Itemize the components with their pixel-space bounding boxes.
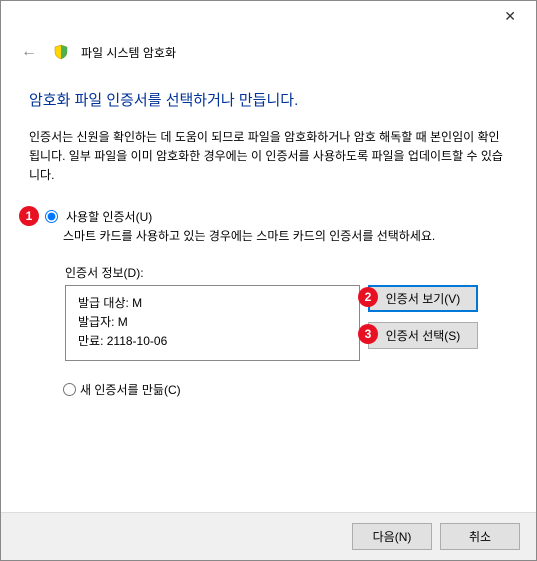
- cert-info-label: 인증서 정보(D):: [65, 264, 508, 281]
- view-cert-button[interactable]: 인증서 보기(V): [368, 285, 478, 312]
- cert-info-box: 발급 대상: M 발급자: M 만료: 2118-10-06: [65, 285, 360, 361]
- use-cert-hint: 스마트 카드를 사용하고 있는 경우에는 스마트 카드의 인증서를 선택하세요.: [63, 227, 508, 244]
- next-button[interactable]: 다음(N): [352, 523, 432, 550]
- page-heading: 암호화 파일 인증서를 선택하거나 만듭니다.: [29, 89, 508, 110]
- cert-expires: 만료: 2118-10-06: [78, 332, 347, 351]
- window-title: 파일 시스템 암호화: [81, 44, 176, 61]
- annotation-marker-2: 2: [358, 287, 378, 307]
- annotation-marker-3: 3: [358, 324, 378, 344]
- page-description: 인증서는 신원을 확인하는 데 도움이 되므로 파일을 암호화하거나 암호 해독…: [29, 128, 508, 186]
- select-cert-button[interactable]: 인증서 선택(S): [368, 322, 478, 349]
- cert-issued-to: 발급 대상: M: [78, 294, 347, 313]
- annotation-marker-1: 1: [19, 206, 39, 226]
- cancel-button[interactable]: 취소: [440, 523, 520, 550]
- back-arrow-icon[interactable]: ←: [17, 39, 41, 65]
- new-cert-label: 새 인증서를 만듦(C): [80, 381, 181, 398]
- shield-icon: [53, 44, 69, 60]
- cert-issuer: 발급자: M: [78, 313, 347, 332]
- close-icon[interactable]: ✕: [496, 4, 524, 29]
- new-cert-radio[interactable]: [63, 383, 76, 396]
- use-cert-radio[interactable]: [45, 210, 58, 223]
- use-cert-label: 사용할 인증서(U): [66, 208, 152, 225]
